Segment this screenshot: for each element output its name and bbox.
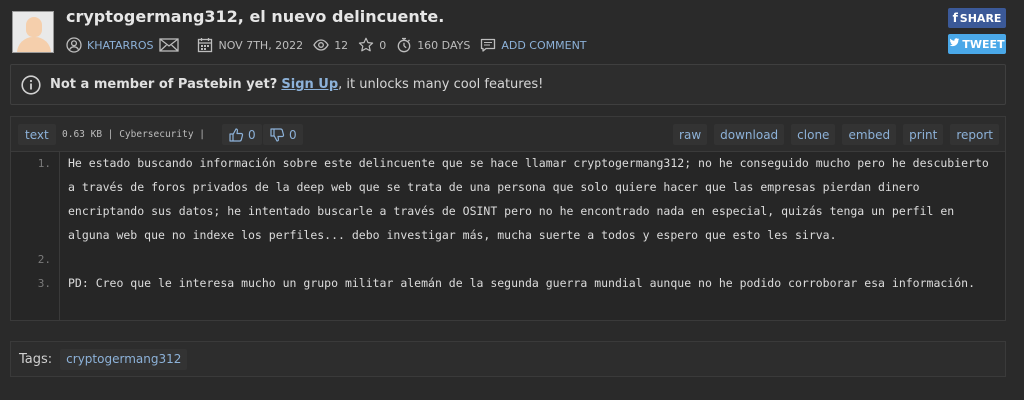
embed-button[interactable]: embed bbox=[842, 124, 897, 145]
line-number: 1. bbox=[37, 157, 51, 170]
thumbs-up-icon bbox=[229, 127, 244, 142]
raw-button[interactable]: raw bbox=[673, 124, 708, 145]
print-button[interactable]: print bbox=[903, 124, 944, 145]
notice-prefix: Not a member of Pastebin yet? bbox=[50, 77, 278, 92]
star-icon[interactable] bbox=[358, 37, 374, 53]
info-icon bbox=[21, 74, 41, 95]
code-line: PD: Creo que le interesa mucho un grupo … bbox=[68, 276, 975, 290]
paste-info: 0.63 KB | Cybersecurity | bbox=[62, 129, 205, 140]
view-count: 12 bbox=[334, 38, 349, 52]
facebook-share-button[interactable]: f SHARE bbox=[948, 8, 1006, 28]
notice-suffix: , it unlocks many cool features! bbox=[338, 77, 544, 92]
twitter-share-button[interactable]: TWEET bbox=[948, 34, 1006, 54]
line-gutter bbox=[11, 152, 60, 320]
download-button[interactable]: download bbox=[714, 124, 785, 145]
thumbs-down-icon bbox=[270, 127, 285, 142]
tags-panel: Tags: cryptogermang312 bbox=[10, 341, 1006, 377]
syntax-tag[interactable]: text bbox=[18, 124, 56, 145]
sign-up-link[interactable]: Sign Up bbox=[281, 77, 338, 92]
add-comment-link[interactable]: ADD COMMENT bbox=[501, 39, 586, 52]
user-avatar[interactable] bbox=[12, 11, 54, 53]
twitter-icon bbox=[949, 37, 960, 51]
code-body[interactable]: 1. He estado buscando información sobre … bbox=[11, 152, 1005, 320]
paste-meta: KHATARROS NOV 7TH, 2022 12 0 160 DAYS AD… bbox=[66, 36, 597, 54]
paste-title: cryptogermang312, el nuevo delincuente. bbox=[66, 7, 445, 26]
dislike-count: 0 bbox=[289, 127, 297, 142]
report-button[interactable]: report bbox=[950, 124, 999, 145]
tags-label: Tags: bbox=[19, 351, 53, 367]
like-button[interactable]: 0 bbox=[222, 124, 262, 145]
user-icon bbox=[66, 37, 82, 53]
signup-notice: Not a member of Pastebin yet? Sign Up, i… bbox=[10, 64, 1006, 105]
comment-icon[interactable] bbox=[480, 37, 496, 53]
facebook-icon: f bbox=[952, 11, 958, 25]
eye-icon bbox=[313, 37, 329, 53]
code-line: He estado buscando información sobre est… bbox=[68, 156, 989, 242]
code-panel: text 0.63 KB | Cybersecurity | 0 0 raw d… bbox=[10, 116, 1006, 321]
line-number: 3. bbox=[37, 277, 51, 290]
expiry-text: 160 DAYS bbox=[417, 38, 471, 52]
stopwatch-icon bbox=[396, 37, 412, 53]
line-number: 2. bbox=[37, 253, 51, 266]
paste-date: NOV 7TH, 2022 bbox=[218, 38, 304, 52]
envelope-icon[interactable] bbox=[159, 37, 180, 53]
author-link[interactable]: KHATARROS bbox=[87, 39, 153, 52]
calendar-icon bbox=[197, 37, 213, 53]
dislike-button[interactable]: 0 bbox=[263, 124, 303, 145]
like-count: 0 bbox=[248, 127, 256, 142]
paste-actions: raw download clone embed print report bbox=[666, 124, 999, 145]
clone-button[interactable]: clone bbox=[791, 124, 836, 145]
tag-link[interactable]: cryptogermang312 bbox=[60, 348, 188, 370]
code-header: text 0.63 KB | Cybersecurity | 0 0 raw d… bbox=[11, 117, 1005, 152]
star-count: 0 bbox=[379, 38, 387, 52]
